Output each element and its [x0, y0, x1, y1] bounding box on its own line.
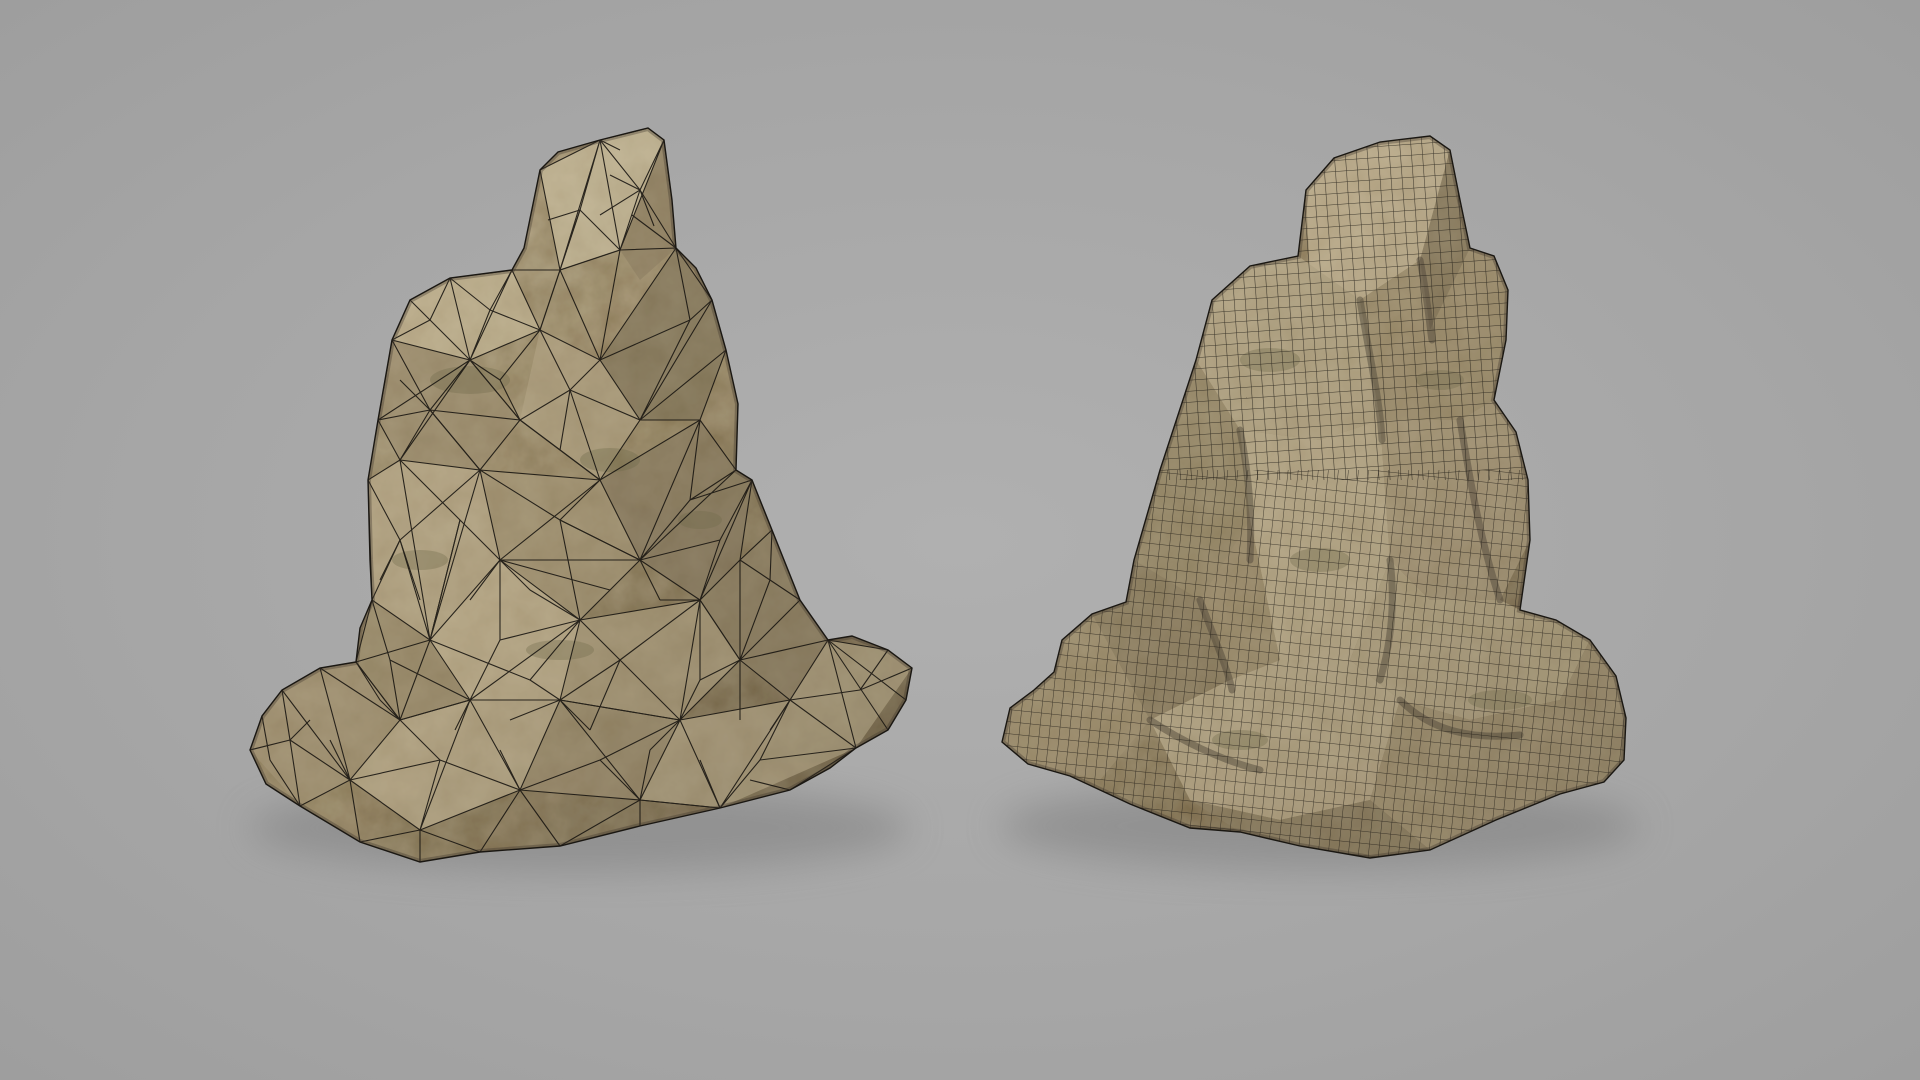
render-viewport: [0, 0, 1920, 1080]
scene-canvas: [249, 127, 1640, 872]
high-poly-rock: [1001, 135, 1627, 859]
quad-wireframe: [1002, 136, 1626, 858]
low-poly-rock: [249, 127, 913, 863]
